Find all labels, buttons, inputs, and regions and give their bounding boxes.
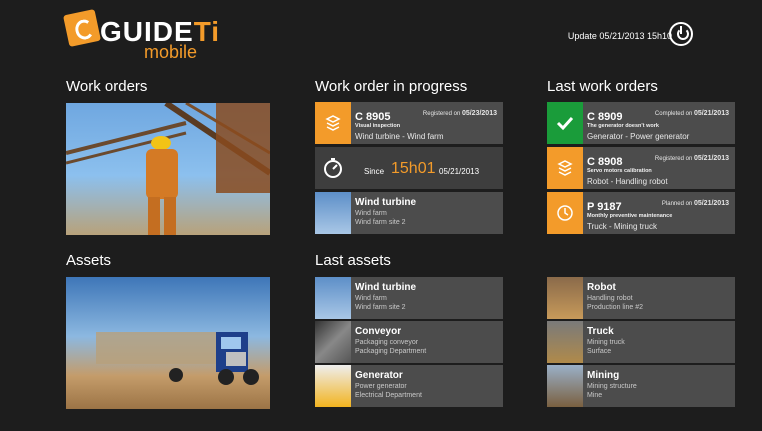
section-title-assets: Assets <box>66 252 112 269</box>
checkmark-icon <box>547 102 583 144</box>
truck-image <box>96 332 259 385</box>
wind-turbine-thumbnail <box>315 277 351 319</box>
conveyor-thumbnail <box>315 321 351 363</box>
truck-thumbnail <box>547 321 583 363</box>
generator-thumbnail <box>315 365 351 407</box>
app-logo: GUIDETi mobile <box>63 9 226 62</box>
registered-date: Registered on 05/23/2013 <box>422 110 497 117</box>
robot-thumbnail <box>547 277 583 319</box>
mining-thumbnail <box>547 365 583 407</box>
stopwatch-icon <box>315 147 351 189</box>
stack-icon <box>547 147 583 189</box>
clock-icon <box>547 192 583 234</box>
in-progress-work-order[interactable]: C 8905 Registered on 05/23/2013 Visual i… <box>315 102 503 144</box>
stack-icon <box>315 102 351 144</box>
logo-mark-icon <box>63 9 101 47</box>
section-title-in-progress: Work order in progress <box>315 78 468 95</box>
section-title-last-work-orders: Last work orders <box>547 78 658 95</box>
since-time: 15h01 <box>391 160 436 177</box>
update-timestamp: Update 05/21/2013 15h10 <box>567 31 672 41</box>
since-tile: Since 15h01 05/21/2013 <box>315 147 503 189</box>
work-orders-tile[interactable] <box>66 103 270 235</box>
in-progress-asset[interactable]: Wind turbine Wind farm Wind farm site 2 <box>315 192 503 234</box>
asset-conveyor[interactable]: Conveyor Packaging conveyor Packaging De… <box>315 321 503 363</box>
work-order-p9187[interactable]: P 9187 Planned on 05/21/2013 Monthly pre… <box>547 192 735 234</box>
work-order-c8909[interactable]: C 8909 Completed on 05/21/2013 The gener… <box>547 102 735 144</box>
asset-truck[interactable]: Truck Mining truck Surface <box>547 321 735 363</box>
section-title-last-assets: Last assets <box>315 252 391 269</box>
assets-tile[interactable] <box>66 277 270 409</box>
section-title-work-orders: Work orders <box>66 78 148 95</box>
asset-generator[interactable]: Generator Power generator Electrical Dep… <box>315 365 503 407</box>
logo-subtext: mobile <box>144 42 198 62</box>
work-order-c8908[interactable]: C 8908 Registered on 05/21/2013 Servo mo… <box>547 147 735 189</box>
asset-robot[interactable]: Robot Handling robot Production line #2 <box>547 277 735 319</box>
asset-mining[interactable]: Mining Mining structure Mine <box>547 365 735 407</box>
worker-image <box>66 103 270 235</box>
asset-wind-turbine[interactable]: Wind turbine Wind farm Wind farm site 2 <box>315 277 503 319</box>
wind-turbine-thumbnail <box>315 192 351 234</box>
power-button[interactable] <box>669 22 693 46</box>
